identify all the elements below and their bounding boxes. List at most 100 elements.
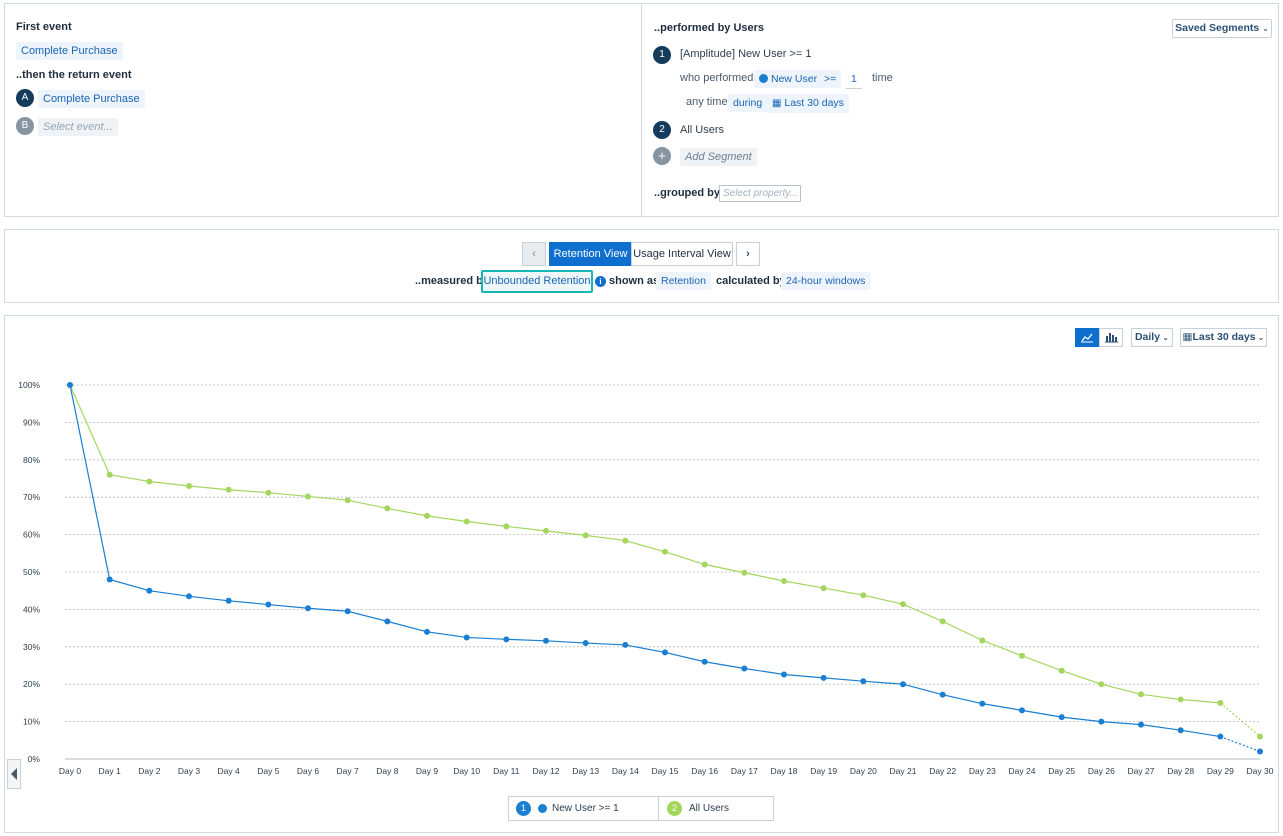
chart-scroll-left-button[interactable] [7, 759, 21, 789]
condition-unit-label: time [872, 72, 893, 84]
y-tick-label: 0% [28, 754, 41, 764]
chevron-left-icon: ‹ [532, 248, 536, 260]
segment-badge-2: 2 [653, 121, 671, 139]
data-point-series-2 [781, 577, 787, 584]
data-point-series-1 [622, 641, 629, 648]
data-point-series-2 [463, 518, 470, 525]
saved-segments-dropdown[interactable]: Saved Segments ⌄ [1172, 19, 1272, 38]
series-line-incomplete-2 [1219, 702, 1261, 738]
data-point-series-1 [543, 637, 549, 644]
data-point-series-2 [344, 497, 351, 504]
data-point-series-1 [344, 608, 351, 615]
condition-operator-selector[interactable]: >= [819, 70, 842, 88]
series-line-2 [69, 384, 1221, 704]
shown-as-selector[interactable]: Retention [656, 272, 711, 290]
data-point-series-1 [900, 681, 906, 688]
x-tick-label: Day 29 [1207, 766, 1234, 776]
condition-count-input[interactable]: 1 [846, 70, 862, 89]
data-point-series-1 [662, 649, 668, 656]
x-tick-label: Day 3 [178, 766, 200, 776]
measure-selector[interactable]: Unbounded Retention [481, 270, 593, 293]
y-tick-label: 70% [23, 492, 40, 502]
condition-range-selector[interactable]: ▦ Last 30 days [767, 94, 849, 113]
chevron-right-icon: › [746, 248, 750, 260]
during-selector[interactable]: during [728, 94, 768, 112]
first-event-selector[interactable]: Complete Purchase [16, 42, 123, 60]
legend-badge-2: 2 [667, 801, 682, 816]
data-point-series-1 [106, 576, 113, 583]
return-event-b-selector[interactable]: Select event... [38, 118, 118, 136]
chart-panel: Daily ⌄ ▦Last 30 days ⌄ 0% 10% 20% 30% 40% 50… [4, 315, 1279, 833]
legend-item-series-1[interactable]: 1 New User >= 1 [509, 797, 659, 820]
data-point-series-1 [1257, 748, 1263, 755]
data-point-series-2 [1098, 681, 1105, 688]
segment-2-name[interactable]: All Users [680, 124, 724, 136]
return-event-label: ..then the return event [16, 69, 132, 81]
data-point-series-2 [662, 548, 668, 555]
add-segment-button[interactable]: Add Segment [680, 148, 757, 166]
series-line-incomplete-1 [1220, 735, 1261, 753]
calculated-by-label: calculated by [716, 275, 786, 287]
y-tick-label: 10% [23, 717, 40, 727]
y-tick-label: 100% [18, 380, 40, 390]
x-tick-label: Day 0 [59, 766, 81, 776]
data-point-series-2 [979, 637, 986, 644]
segment-badge-1: 1 [653, 46, 671, 64]
next-view-button[interactable]: › [736, 242, 760, 266]
add-segment-plus-icon[interactable]: + [653, 147, 671, 165]
data-point-series-1 [503, 636, 510, 643]
x-tick-label: Day 22 [929, 766, 956, 776]
data-point-series-1 [384, 618, 391, 625]
x-tick-label: Day 30 [1247, 766, 1274, 776]
legend-item-series-2[interactable]: 2 All Users [659, 797, 773, 820]
segment-1-name[interactable]: [Amplitude] New User >= 1 [680, 48, 811, 60]
view-options-panel: ‹ Retention View Usage Interval View › .… [4, 229, 1279, 303]
data-point-series-1 [186, 593, 192, 600]
calculated-by-selector[interactable]: 24-hour windows [781, 272, 871, 290]
data-point-series-2 [305, 493, 311, 500]
x-tick-label: Day 2 [138, 766, 160, 776]
x-tick-label: Day 25 [1048, 766, 1075, 776]
data-point-series-2 [582, 532, 589, 539]
x-tick-label: Day 27 [1128, 766, 1155, 776]
info-icon[interactable]: i [595, 276, 606, 287]
caret-left-icon [11, 768, 17, 780]
data-point-series-2 [1177, 696, 1184, 703]
x-tick-label: Day 5 [257, 766, 279, 776]
x-tick-label: Day 10 [453, 766, 480, 776]
y-tick-label: 90% [23, 417, 40, 427]
data-point-series-1 [741, 665, 748, 672]
data-point-series-1 [67, 382, 73, 388]
grouped-by-property-select[interactable]: Select property... [719, 185, 801, 202]
user-event-icon [759, 74, 768, 83]
legend-label-1: New User >= 1 [552, 803, 619, 814]
data-point-series-1 [979, 700, 986, 707]
data-point-series-2 [1138, 691, 1144, 698]
prev-view-button[interactable]: ‹ [522, 242, 546, 266]
x-tick-label: Day 6 [297, 766, 319, 776]
chart-legend: 1 New User >= 1 2 All Users [508, 796, 774, 821]
x-tick-label: Day 1 [99, 766, 121, 776]
x-tick-label: Day 24 [1009, 766, 1036, 776]
condition-event-label: New User [771, 73, 818, 85]
data-point-series-2 [106, 471, 113, 478]
x-tick-label: Day 26 [1088, 766, 1115, 776]
data-point-series-1 [1019, 707, 1025, 714]
x-tick-label: Day 4 [218, 766, 240, 776]
grouped-by-label: ..grouped by [654, 187, 720, 199]
x-tick-label: Day 19 [810, 766, 837, 776]
chevron-down-icon: ⌄ [1262, 24, 1269, 33]
x-tick-label: Day 12 [533, 766, 560, 776]
legend-label-2: All Users [689, 803, 730, 814]
y-tick-label: 20% [23, 679, 40, 689]
data-point-series-2 [146, 478, 153, 485]
condition-event-selector[interactable]: New User [754, 70, 823, 88]
usage-interval-view-tab[interactable]: Usage Interval View [631, 242, 733, 266]
x-tick-label: Day 13 [572, 766, 599, 776]
retention-chart: 0% 10% 20% 30% 40% 50% 60% 70% 80% 90% 100% Day 0 Da… [18, 380, 1274, 776]
x-tick-label: Day 8 [376, 766, 398, 776]
retention-view-tab[interactable]: Retention View [549, 242, 632, 266]
data-point-series-1 [424, 628, 430, 635]
return-event-a-selector[interactable]: Complete Purchase [38, 90, 145, 108]
data-point-series-2 [424, 512, 430, 519]
